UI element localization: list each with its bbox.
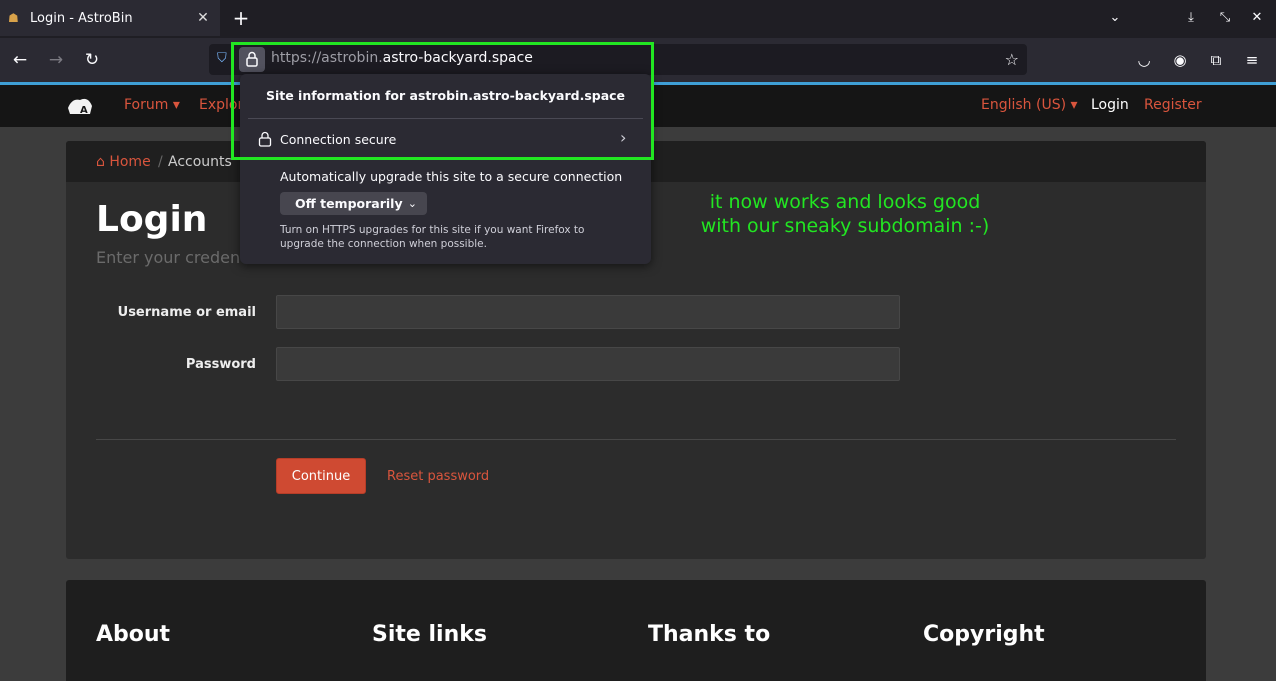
annotation-highlight-box <box>231 42 654 160</box>
bookmark-star-icon[interactable]: ☆ <box>1005 50 1019 69</box>
footer-thanks-heading: Thanks to <box>648 622 771 647</box>
svg-text:A: A <box>80 105 88 116</box>
footer-copyright-heading: Copyright <box>923 622 1045 647</box>
tab-astrobin[interactable]: ☗ Login - AstroBin ✕ <box>0 0 220 36</box>
breadcrumb-home-label: Home <box>109 154 151 170</box>
breadcrumb-accounts[interactable]: Accounts <box>168 154 232 170</box>
restore-icon[interactable]: ⤡ <box>1214 8 1236 28</box>
page-subtitle: Enter your credentials <box>96 248 240 267</box>
annotation-line-1: it now works and looks good <box>709 191 981 213</box>
tab-bar: ☗ Login - AstroBin ✕ + ⌄ ⤓ ⤡ ✕ <box>0 0 1276 38</box>
breadcrumb-home[interactable]: ⌂ Home <box>96 154 151 170</box>
chevron-down-icon: ⌄ <box>407 197 417 210</box>
pocket-icon[interactable]: ◡ <box>1133 49 1155 71</box>
extensions-icon[interactable]: ⧉ <box>1205 49 1227 71</box>
page-title: Login <box>96 199 208 240</box>
menu-hamburger-icon[interactable]: ≡ <box>1241 49 1263 71</box>
nav-language[interactable]: English (US) ▾ <box>981 97 1078 113</box>
tab-list-chevron-down-icon[interactable]: ⌄ <box>1104 8 1126 28</box>
nav-login[interactable]: Login <box>1091 97 1129 113</box>
username-field[interactable] <box>276 295 900 329</box>
account-icon[interactable]: ◉ <box>1169 49 1191 71</box>
https-upgrade-value: Off temporarily <box>295 196 403 211</box>
annotation-line-2: with our sneaky subdomain :-) <box>700 215 990 237</box>
https-upgrade-select[interactable]: Off temporarily ⌄ <box>280 192 427 215</box>
minimize-icon[interactable]: ⤓ <box>1180 8 1202 28</box>
reload-icon[interactable]: ↻ <box>80 48 104 72</box>
footer-about-heading: About <box>96 622 171 647</box>
astrobin-favicon-icon: ☗ <box>8 11 19 25</box>
https-upgrade-help: Turn on HTTPS upgrades for this site if … <box>280 224 585 250</box>
username-label: Username or email <box>117 305 256 320</box>
home-icon: ⌂ <box>96 154 105 170</box>
site-footer: About Site links Thanks to Copyright <box>66 580 1206 681</box>
form-divider <box>96 439 1176 440</box>
nav-forum[interactable]: Forum ▾ <box>124 97 180 113</box>
tab-title: Login - AstroBin <box>30 10 133 26</box>
close-window-icon[interactable]: ✕ <box>1246 8 1268 28</box>
annotation-text: it now works and looks good with our sne… <box>690 190 1000 238</box>
password-label: Password <box>185 357 256 372</box>
nav-register[interactable]: Register <box>1144 97 1202 113</box>
close-tab-icon[interactable]: ✕ <box>192 7 214 29</box>
https-upgrade-label: Automatically upgrade this site to a sec… <box>280 169 623 184</box>
breadcrumb-separator: / <box>158 154 163 170</box>
forward-arrow-icon[interactable]: → <box>44 48 68 72</box>
continue-button[interactable]: Continue <box>276 458 366 494</box>
footer-site-links-heading: Site links <box>372 622 487 647</box>
reset-password-link[interactable]: Reset password <box>387 469 489 484</box>
back-arrow-icon[interactable]: ← <box>8 48 32 72</box>
password-field[interactable] <box>276 347 900 381</box>
new-tab-icon[interactable]: + <box>230 7 252 29</box>
astrobin-logo-icon[interactable]: A <box>66 94 94 118</box>
